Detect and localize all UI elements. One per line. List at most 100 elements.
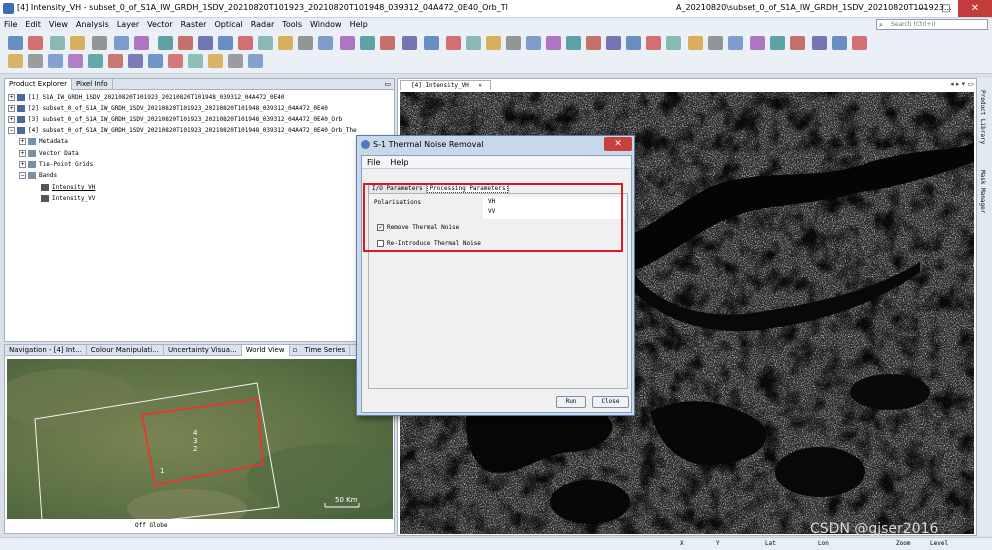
toolbar-tool-icon[interactable] <box>48 54 63 68</box>
tree-band-vh[interactable]: Intensity_VH <box>41 184 95 192</box>
tree-band-vv[interactable]: Intensity_VV <box>41 195 95 203</box>
minimize-button[interactable]: — <box>912 0 934 17</box>
toolbar-tool-icon[interactable] <box>68 54 83 68</box>
toolbar-tool-icon[interactable] <box>28 54 43 68</box>
menu-vector[interactable]: Vector <box>143 18 177 31</box>
collapse-icon[interactable]: − <box>19 172 26 179</box>
menu-help[interactable]: Help <box>346 18 372 31</box>
tree-node-vector-data[interactable]: + Vector Data <box>19 150 79 158</box>
tab-world-view[interactable]: World View <box>241 345 290 356</box>
toolbar-tool-icon[interactable] <box>128 54 143 68</box>
toolbar-tool-icon[interactable] <box>466 36 481 50</box>
expand-icon[interactable]: + <box>19 161 26 168</box>
toolbar-tool-icon[interactable] <box>626 36 641 50</box>
tree-product-3[interactable]: + [3] subset_0_of_S1A_IW_GRDH_1SDV_202108… <box>8 116 342 124</box>
toolbar-tool-icon[interactable] <box>168 54 183 68</box>
tree-node-tie-point-grids[interactable]: + Tie-Point Grids <box>19 161 93 169</box>
dialog-close-text-button[interactable]: Close <box>592 396 629 408</box>
menu-optical[interactable]: Optical <box>210 18 246 31</box>
toolbar-tool-icon[interactable] <box>380 36 395 50</box>
dialog-menu-help[interactable]: Help <box>385 156 413 169</box>
toolbar-tool-icon[interactable] <box>92 36 107 50</box>
expand-icon[interactable]: + <box>19 150 26 157</box>
close-button[interactable]: ✕ <box>958 0 992 17</box>
expand-icon[interactable]: + <box>8 116 15 123</box>
toolbar-tool-icon[interactable] <box>646 36 661 50</box>
toolbar-tool-icon[interactable] <box>8 36 23 50</box>
dialog-close-button[interactable]: ✕ <box>604 137 632 151</box>
toolbar-tool-icon[interactable] <box>8 54 23 68</box>
tab-time-series[interactable]: Time Series <box>300 345 351 356</box>
toolbar-tool-icon[interactable] <box>506 36 521 50</box>
tree-product-4[interactable]: − [4] subset_0_of_S1A_IW_GRDH_1SDV_202108… <box>8 127 357 135</box>
toolbar-tool-icon[interactable] <box>248 54 263 68</box>
toolbar-tool-icon[interactable] <box>832 36 847 50</box>
toolbar-tool-icon[interactable] <box>70 36 85 50</box>
toolbar-tool-icon[interactable] <box>526 36 541 50</box>
toolbar-tool-icon[interactable] <box>88 54 103 68</box>
toolbar-tool-icon[interactable] <box>50 36 65 50</box>
menu-edit[interactable]: Edit <box>21 18 45 31</box>
toolbar-tool-icon[interactable] <box>424 36 439 50</box>
toolbar-tool-icon[interactable] <box>852 36 867 50</box>
toolbar-tool-icon[interactable] <box>586 36 601 50</box>
toolbar-tool-icon[interactable] <box>108 54 123 68</box>
tab-uncertainty-visualisation[interactable]: Uncertainty Visua... <box>164 345 242 356</box>
toolbar-tool-icon[interactable] <box>28 36 43 50</box>
image-view-tab[interactable]: [4] Intensity_VH ✕ <box>400 80 492 90</box>
toolbar-tool-icon[interactable] <box>340 36 355 50</box>
toolbar-tool-icon[interactable] <box>258 36 273 50</box>
search-input[interactable]: ⌕ Search (Ctrl+I) <box>876 19 988 30</box>
tab-pixel-info[interactable]: Pixel Info <box>72 79 113 90</box>
tab-close-icon[interactable]: ✕ <box>478 82 482 89</box>
toolbar-tool-icon[interactable] <box>278 36 293 50</box>
toolbar-tool-icon[interactable] <box>606 36 621 50</box>
menu-view[interactable]: View <box>45 18 72 31</box>
toolbar-tool-icon[interactable] <box>360 36 375 50</box>
toolbar-tool-icon[interactable] <box>318 36 333 50</box>
toolbar-tool-icon[interactable] <box>688 36 703 50</box>
world-map[interactable]: 4 3 2 1 50 Km <box>7 359 393 519</box>
toolbar-tool-icon[interactable] <box>298 36 313 50</box>
maximize-button[interactable]: □ <box>935 0 957 17</box>
toolbar-tool-icon[interactable] <box>666 36 681 50</box>
toolbar-tool-icon[interactable] <box>178 36 193 50</box>
tree-product-1[interactable]: + [1] S1A_IW_GRDH_1SDV_20210820T101923_20… <box>8 94 284 102</box>
toolbar-tool-icon[interactable] <box>228 54 243 68</box>
toolbar-tool-icon[interactable] <box>486 36 501 50</box>
tree-node-metadata[interactable]: + Metadata <box>19 138 68 146</box>
tab-colour-manipulation[interactable]: Colour Manipulati... <box>87 345 164 356</box>
menu-tools[interactable]: Tools <box>278 18 306 31</box>
toolbar-tool-icon[interactable] <box>198 36 213 50</box>
expand-icon[interactable]: + <box>19 138 26 145</box>
panel-minimize-icon[interactable]: ▭ <box>384 80 391 88</box>
dialog-title-bar[interactable]: S-1 Thermal Noise Removal ✕ <box>357 136 634 154</box>
run-button[interactable]: Run <box>556 396 586 408</box>
expand-icon[interactable]: + <box>8 105 15 112</box>
menu-radar[interactable]: Radar <box>247 18 279 31</box>
menu-layer[interactable]: Layer <box>113 18 143 31</box>
menu-analysis[interactable]: Analysis <box>72 18 113 31</box>
dialog-menu-file[interactable]: File <box>362 156 385 169</box>
toolbar-tool-icon[interactable] <box>770 36 785 50</box>
menu-raster[interactable]: Raster <box>177 18 211 31</box>
toolbar-tool-icon[interactable] <box>790 36 805 50</box>
toolbar-tool-icon[interactable] <box>446 36 461 50</box>
toolbar-tool-icon[interactable] <box>218 36 233 50</box>
toolbar-tool-icon[interactable] <box>114 36 129 50</box>
toolbar-tool-icon[interactable] <box>134 36 149 50</box>
toolbar-tool-icon[interactable] <box>402 36 417 50</box>
collapse-icon[interactable]: − <box>8 127 15 134</box>
toolbar-tool-icon[interactable] <box>728 36 743 50</box>
toolbar-tool-icon[interactable] <box>566 36 581 50</box>
tree-product-2[interactable]: + [2] subset_0_of_S1A_IW_GRDH_1SDV_202108… <box>8 105 328 113</box>
menu-window[interactable]: Window <box>306 18 346 31</box>
tree-node-bands[interactable]: − Bands <box>19 172 57 180</box>
toolbar-tool-icon[interactable] <box>750 36 765 50</box>
tab-product-explorer[interactable]: Product Explorer <box>5 79 72 90</box>
menu-file[interactable]: File <box>0 18 21 31</box>
tab-mask-manager[interactable]: Mask Manager <box>979 170 986 213</box>
toolbar-tool-icon[interactable] <box>188 54 203 68</box>
toolbar-tool-icon[interactable] <box>148 54 163 68</box>
toolbar-tool-icon[interactable] <box>708 36 723 50</box>
